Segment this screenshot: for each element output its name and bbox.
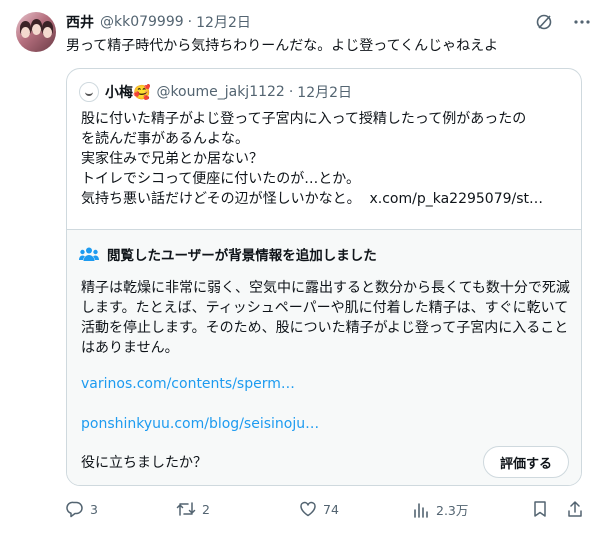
quoted-author-avatar	[79, 82, 99, 102]
quoted-author-handle: @koume_jakj1122	[156, 84, 285, 100]
views-count: 2.3万	[436, 503, 469, 518]
bookmark-icon	[534, 501, 546, 517]
like-count: 74	[323, 501, 339, 517]
quoted-tweet-text: 股に付いた精子がよじ登って子宮内に入って授精したって例があったの を読んだ事があ…	[81, 109, 571, 209]
author-avatar[interactable]	[16, 12, 56, 52]
quoted-line-text: 気持ち悪い話だけどその辺が怪しいかなと。	[81, 191, 361, 207]
quoted-line: 実家住みで兄弟とか居ない？	[81, 151, 263, 167]
avatar-figure	[43, 27, 52, 38]
more-dots-icon[interactable]	[572, 12, 592, 32]
views-chart-icon	[414, 502, 428, 518]
quoted-line: トイレでシコって便座に付いたのが…とか。	[81, 171, 361, 187]
community-note-title: 閲覧したユーザーが背景情報を追加しました	[79, 244, 377, 264]
avatar-figure	[32, 24, 41, 35]
helpful-question: 役に立ちましたか？	[81, 455, 207, 471]
views-button[interactable]: 2.3万	[412, 500, 468, 519]
retweet-button[interactable]: 2	[176, 500, 210, 518]
quoted-line: を読んだ事があるんよな。	[81, 131, 249, 147]
reply-button[interactable]: 3	[66, 500, 98, 518]
heart-icon	[300, 501, 316, 517]
separator-dot: ·	[288, 84, 294, 100]
share-icon	[568, 501, 582, 517]
quoted-line: 気持ち悪い話だけどその辺が怪しいかなと。 x.com/p_ka2295079/s…	[81, 189, 571, 209]
community-notes-icon	[79, 246, 99, 262]
note-source-link[interactable]: ponshinkyuu.com/blog/seisinoju…	[81, 416, 319, 432]
like-button[interactable]: 74	[299, 500, 339, 518]
author-handle[interactable]: @kk079999	[100, 14, 184, 30]
community-note-body: 精子は乾燥に非常に弱く、空気中に露出すると数分から長くても数十分で死滅します。た…	[81, 280, 570, 356]
tweet-header: 西井 @kk079999 · 12月2日	[66, 12, 592, 32]
quoted-tweet-date: 12月2日	[297, 85, 353, 101]
avatar-figure	[21, 27, 30, 38]
community-note-title-text: 閲覧したユーザーが背景情報を追加しました	[107, 248, 377, 264]
note-source-link[interactable]: varinos.com/contents/sperm…	[81, 376, 295, 392]
reply-icon	[66, 501, 83, 518]
reply-count: 3	[90, 501, 98, 517]
quoted-tweet[interactable]: 小梅🥰 @koume_jakj1122 · 12月2日 股に付いた精子がよじ登っ…	[66, 68, 582, 486]
rate-note-button[interactable]: 評価する	[482, 446, 569, 478]
bookmark-button[interactable]	[532, 500, 554, 518]
quoted-line: 股に付いた精子がよじ登って子宮内に入って授精したって例があったの	[81, 111, 527, 127]
tweet-text: 男って精子時代から気持ちわりーんだな。よじ登ってくんじゃねえよ	[66, 38, 499, 54]
retweet-count: 2	[202, 501, 210, 517]
quoted-tweet-header: 小梅🥰 @koume_jakj1122 · 12月2日	[79, 82, 352, 102]
author-name[interactable]: 西井	[66, 12, 94, 32]
tweet-actions: 3 2 74 2.3万	[66, 500, 586, 520]
quoted-tweet-link[interactable]: x.com/p_ka2295079/st…	[370, 191, 544, 207]
share-button[interactable]	[566, 500, 590, 518]
community-note: 閲覧したユーザーが背景情報を追加しました 精子は乾燥に非常に弱く、空気中に露出す…	[67, 229, 581, 485]
quoted-author-name: 小梅🥰	[105, 85, 151, 101]
header-actions	[534, 12, 592, 32]
retweet-icon	[176, 502, 196, 516]
separator-dot: ·	[187, 14, 193, 30]
tweet-date[interactable]: 12月2日	[196, 12, 251, 32]
grok-slash-icon[interactable]	[534, 12, 554, 32]
